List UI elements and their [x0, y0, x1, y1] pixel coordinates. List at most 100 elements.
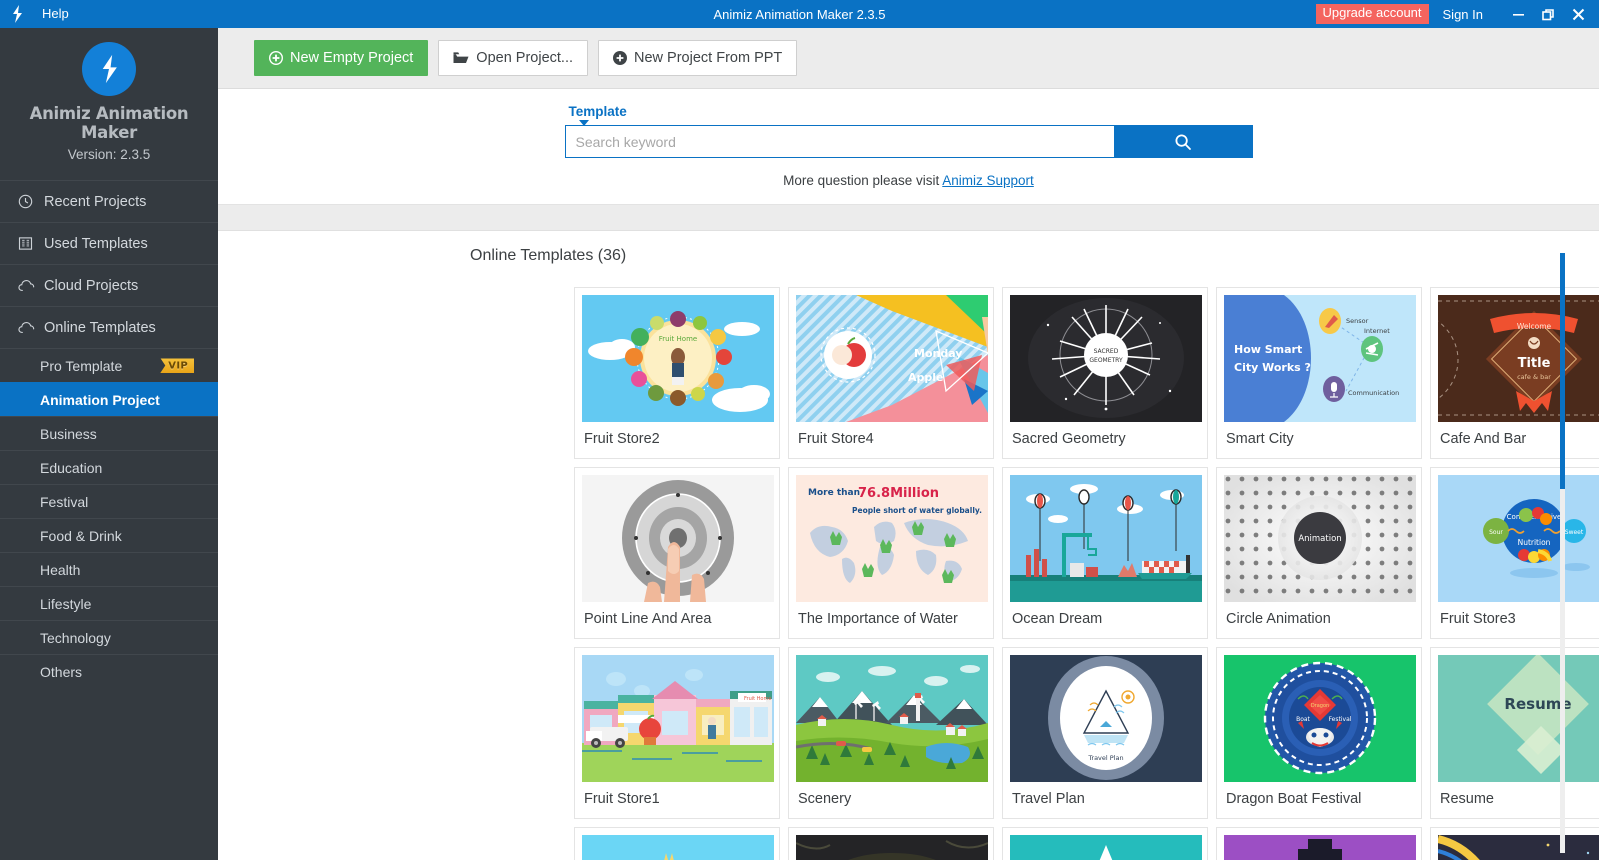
button-label: Open Project...	[476, 50, 574, 66]
template-card[interactable]: Animation Circle Animation	[1216, 467, 1422, 639]
brand-logo-icon	[82, 42, 136, 96]
template-card[interactable]: More than 76.8Million People short of wa…	[788, 467, 994, 639]
template-card[interactable]: Dragon Boat Festival Dragon Boat Festiva…	[1216, 647, 1422, 819]
template-label: Point Line And Area	[584, 611, 712, 627]
svg-text:Sweet: Sweet	[1565, 529, 1584, 536]
vertical-scrollbar-track[interactable]	[1560, 253, 1565, 853]
new-project-from-ppt-button[interactable]: New Project From PPT	[598, 40, 798, 76]
sidebar-item-online-templates[interactable]: Online Templates	[0, 306, 218, 348]
sidebar-nav: Recent Projects Used Templates Cloud Pro…	[0, 180, 218, 688]
template-thumbnail: SACRED GEOMETRY	[1010, 295, 1202, 422]
restore-icon[interactable]	[1533, 0, 1563, 28]
sidebar: Animiz Animation Maker Version: 2.3.5 Re…	[0, 28, 218, 860]
template-label: Scenery	[798, 791, 852, 807]
sidebar-item-health[interactable]: Health	[0, 552, 218, 586]
svg-text:Dragon: Dragon	[1311, 703, 1329, 709]
template-label: Fruit Store3	[1440, 611, 1516, 627]
template-card[interactable]: Fruit Home Fruit Store2	[574, 287, 780, 459]
template-card[interactable]: Fruit Home Fruit Store1	[574, 647, 780, 819]
svg-text:Sour: Sour	[1489, 529, 1503, 536]
sidebar-item-technology[interactable]: Technology	[0, 620, 218, 654]
button-label: New Empty Project	[290, 50, 414, 66]
template-card[interactable]: Scenery	[788, 647, 994, 819]
sidebar-item-label: Business	[40, 425, 97, 442]
svg-text:cafe & bar: cafe & bar	[1517, 373, 1551, 381]
template-thumbnail	[1224, 835, 1416, 860]
template-thumbnail: Monday Apple	[796, 295, 988, 422]
template-thumbnail	[1010, 835, 1202, 860]
new-empty-project-button[interactable]: New Empty Project	[254, 40, 429, 76]
sidebar-item-used-templates[interactable]: Used Templates	[0, 222, 218, 264]
template-card[interactable]: Point Line And Area	[574, 467, 780, 639]
sidebar-item-food-and-drink[interactable]: Food & Drink	[0, 518, 218, 552]
open-project-button[interactable]: Open Project...	[438, 40, 589, 76]
template-card[interactable]	[1430, 827, 1599, 860]
template-card[interactable]: Welcome Title cafe & bar Cafe And Bar	[1430, 287, 1599, 459]
search-input[interactable]	[564, 125, 1114, 158]
template-card[interactable]: SACRED GEOMETRY Sacred Geometry	[1002, 287, 1208, 459]
sidebar-item-animation-project[interactable]: Animation Project	[0, 382, 218, 416]
sidebar-item-festival[interactable]: Festival	[0, 484, 218, 518]
svg-text:Nutrition: Nutrition	[1518, 538, 1551, 547]
sidebar-item-label: Education	[40, 459, 103, 476]
svg-text:Travel Plan: Travel Plan	[1087, 754, 1123, 762]
svg-text:Internet: Internet	[1364, 327, 1390, 335]
sidebar-item-label: Lifestyle	[40, 595, 92, 612]
cloud-icon	[18, 320, 44, 335]
template-card[interactable]	[574, 827, 780, 860]
sidebar-item-label: Others	[40, 663, 83, 680]
animiz-support-link[interactable]: Animiz Support	[942, 173, 1034, 188]
template-thumbnail	[582, 835, 774, 860]
template-card[interactable]: Ocean Dream	[1002, 467, 1208, 639]
templates-panel: Online Templates (36) Fruit Home Fruit S…	[218, 231, 1599, 860]
sidebar-item-others[interactable]: Others	[0, 654, 218, 688]
template-card[interactable]: Travel Plan Travel Plan	[1002, 647, 1208, 819]
plus-circle-icon	[613, 51, 628, 65]
upgrade-account-button[interactable]: Upgrade account	[1315, 4, 1429, 24]
template-label: Cafe And Bar	[1440, 431, 1527, 447]
sidebar-item-business[interactable]: Business	[0, 416, 218, 450]
sidebar-item-label: Cloud Projects	[44, 277, 139, 294]
svg-text:Welcome: Welcome	[1517, 322, 1552, 331]
template-thumbnail: Animation	[1224, 475, 1416, 602]
template-card[interactable]: Resume Resume	[1430, 647, 1599, 819]
template-thumbnail: More than 76.8Million People short of wa…	[796, 475, 988, 602]
template-label: Resume	[1440, 791, 1494, 807]
version-label: Version: 2.3.5	[67, 147, 151, 162]
search-button[interactable]	[1113, 125, 1253, 158]
svg-text:Boat: Boat	[1296, 716, 1310, 723]
svg-text:Festival: Festival	[1329, 716, 1352, 723]
sidebar-item-lifestyle[interactable]: Lifestyle	[0, 586, 218, 620]
template-thumbnail: Dragon Boat Festival	[1224, 655, 1416, 782]
svg-text:People short of water globally: People short of water globally.	[852, 506, 982, 515]
vip-badge: VIP	[160, 358, 194, 373]
template-thumbnail: Welcome Title cafe & bar	[1438, 295, 1599, 422]
sidebar-item-cloud-projects[interactable]: Cloud Projects	[0, 264, 218, 306]
template-label: Circle Animation	[1226, 611, 1331, 627]
template-card[interactable]: Monday Apple Fruit Store4	[788, 287, 994, 459]
tab-template[interactable]: Template	[565, 104, 631, 126]
template-card[interactable]	[1216, 827, 1422, 860]
sign-in-button[interactable]: Sign In	[1443, 7, 1483, 22]
title-bar: Help Animiz Animation Maker 2.3.5 Upgrad…	[0, 0, 1599, 28]
sidebar-item-pro-template[interactable]: Pro Template VIP	[0, 348, 218, 382]
template-label: Smart City	[1226, 431, 1294, 447]
application-body: Animiz Animation Maker Version: 2.3.5 Re…	[0, 28, 1599, 860]
template-label: The Importance of Water	[798, 611, 958, 627]
sidebar-item-recent-projects[interactable]: Recent Projects	[0, 180, 218, 222]
support-prefix: More question please visit	[783, 173, 943, 188]
template-thumbnail: Sour Sweet Comprehensive Nutrition	[1438, 475, 1599, 602]
template-card[interactable]	[788, 827, 994, 860]
list-icon	[18, 236, 44, 251]
folder-open-icon	[453, 51, 469, 65]
minimize-icon[interactable]	[1503, 0, 1533, 28]
sidebar-item-education[interactable]: Education	[0, 450, 218, 484]
svg-text:76.8Million: 76.8Million	[858, 486, 939, 501]
menu-help[interactable]: Help	[34, 0, 77, 28]
vertical-scrollbar-thumb[interactable]	[1560, 253, 1565, 489]
close-icon[interactable]	[1563, 0, 1593, 28]
svg-text:How Smart: How Smart	[1234, 343, 1302, 356]
template-card[interactable]: Sour Sweet Comprehensive Nutrition	[1430, 467, 1599, 639]
template-card[interactable]	[1002, 827, 1208, 860]
template-card[interactable]: How Smart City Works ? Sensor Internet C…	[1216, 287, 1422, 459]
